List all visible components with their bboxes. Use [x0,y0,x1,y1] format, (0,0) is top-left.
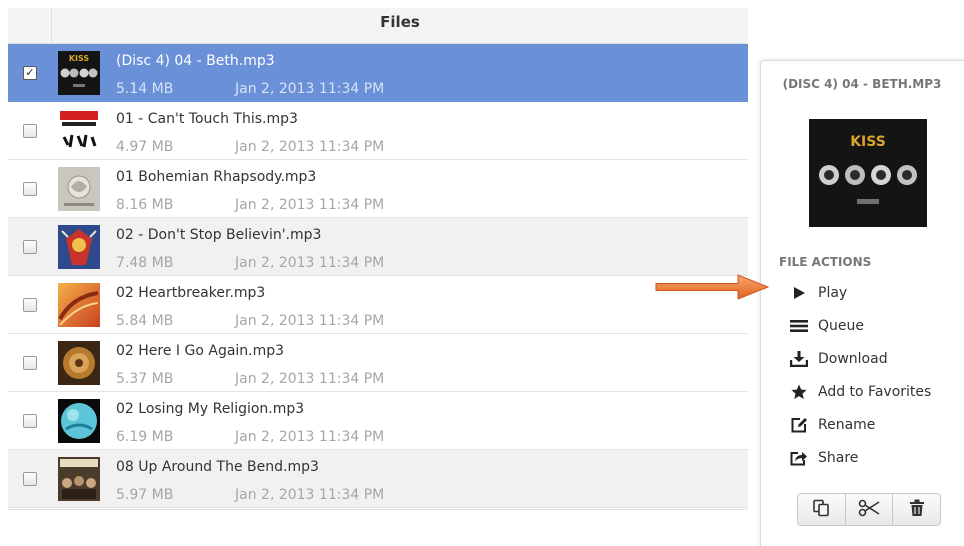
copy-button[interactable] [798,494,846,525]
share-action[interactable]: Share [789,447,858,469]
selected-file-title: (DISC 4) 04 - BETH.MP3 [782,77,942,91]
file-name: 01 - Can't Touch This.mp3 [116,111,298,127]
file-date: Jan 2, 2013 11:34 PM [235,487,385,503]
row-checkbox[interactable] [23,240,37,254]
file-size: 4.97 MB [116,139,174,155]
file-size: 5.37 MB [116,371,174,387]
add-to-favorites-label: Add to Favorites [818,384,932,400]
row-checkbox[interactable] [23,472,37,486]
queen-album-thumbnail [58,167,100,211]
file-date: Jan 2, 2013 11:34 PM [235,429,385,445]
file-row[interactable]: 02 Here I Go Again.mp3 5.37 MB Jan 2, 20… [8,334,748,392]
share-icon [789,450,809,466]
file-row[interactable]: ✓ KISS (Disc 4) 04 - Beth.mp3 5.14 MB Ja… [8,44,748,102]
ccr-album-thumbnail [58,457,100,501]
svg-text:KISS: KISS [69,54,90,63]
star-icon [789,384,809,400]
file-name: 02 - Don't Stop Believin'.mp3 [116,227,322,243]
file-row[interactable]: 02 Losing My Religion.mp3 6.19 MB Jan 2,… [8,392,748,450]
row-checkbox[interactable] [23,182,37,196]
play-action[interactable]: Play [789,282,847,304]
file-size: 5.97 MB [116,487,174,503]
file-row[interactable]: 01 Bohemian Rhapsody.mp3 8.16 MB Jan 2, … [8,160,748,218]
file-details-panel: (DISC 4) 04 - BETH.MP3 KISS FILE ACTIONS… [760,60,964,546]
file-size: 5.84 MB [116,313,174,329]
journey-album-thumbnail [58,225,100,269]
rename-label: Rename [818,417,876,433]
queue-icon [789,318,809,334]
row-checkbox[interactable] [23,124,37,138]
kiss-album-thumbnail: KISS [58,51,100,95]
album-art-logo: KISS [850,134,886,150]
file-date: Jan 2, 2013 11:34 PM [235,81,385,97]
file-date: Jan 2, 2013 11:34 PM [235,313,385,329]
file-size: 8.16 MB [116,197,174,213]
file-name: (Disc 4) 04 - Beth.mp3 [116,53,275,69]
file-size: 6.19 MB [116,429,174,445]
play-label: Play [818,285,848,301]
download-icon [789,351,809,367]
file-row[interactable]: 02 - Don't Stop Believin'.mp3 7.48 MB Ja… [8,218,748,276]
rename-action[interactable]: Rename [789,414,875,436]
callout-arrow-icon [655,274,770,300]
file-row[interactable]: 02 Heartbreaker.mp3 5.84 MB Jan 2, 2013 … [8,276,748,334]
add-to-favorites-action[interactable]: Add to Favorites [789,381,931,403]
whitesnake-album-thumbnail [58,341,100,385]
file-date: Jan 2, 2013 11:34 PM [235,255,385,271]
file-row[interactable]: 08 Up Around The Bend.mp3 5.97 MB Jan 2,… [8,450,748,508]
led-zeppelin-album-thumbnail [58,283,100,327]
files-column-header: Files [380,13,420,31]
row-checkbox[interactable] [23,414,37,428]
cut-button[interactable] [846,494,894,525]
file-name: 08 Up Around The Bend.mp3 [116,459,319,475]
download-label: Download [818,351,888,367]
play-icon [789,285,809,301]
hip-hop-album-thumbnail [58,109,100,153]
row-checkbox[interactable] [23,356,37,370]
file-name: 02 Losing My Religion.mp3 [116,401,305,417]
file-toolbar [797,493,941,526]
queue-label: Queue [818,318,864,334]
rename-icon [789,417,809,433]
file-size: 5.14 MB [116,81,174,97]
file-name: 02 Heartbreaker.mp3 [116,285,266,301]
scissors-icon [858,499,880,521]
download-action[interactable]: Download [789,348,888,370]
rem-album-thumbnail [58,399,100,443]
file-row[interactable]: 01 - Can't Touch This.mp3 4.97 MB Jan 2,… [8,102,748,160]
row-checkbox[interactable]: ✓ [23,66,37,80]
file-list: Files ✓ KISS (Disc 4) 04 - Beth.mp3 5.14… [8,8,748,510]
file-date: Jan 2, 2013 11:34 PM [235,371,385,387]
file-name: 01 Bohemian Rhapsody.mp3 [116,169,317,185]
file-actions-heading: FILE ACTIONS [779,255,872,269]
file-date: Jan 2, 2013 11:34 PM [235,197,385,213]
row-checkbox[interactable] [23,298,37,312]
queue-action[interactable]: Queue [789,315,864,337]
file-list-header: Files [8,8,748,44]
album-art: KISS [809,119,927,227]
delete-button[interactable] [893,494,940,525]
select-all-column [8,8,52,43]
file-date: Jan 2, 2013 11:34 PM [235,139,385,155]
copy-icon [812,499,830,521]
trash-icon [909,499,925,521]
file-size: 7.48 MB [116,255,174,271]
share-label: Share [818,450,859,466]
file-name: 02 Here I Go Again.mp3 [116,343,285,359]
